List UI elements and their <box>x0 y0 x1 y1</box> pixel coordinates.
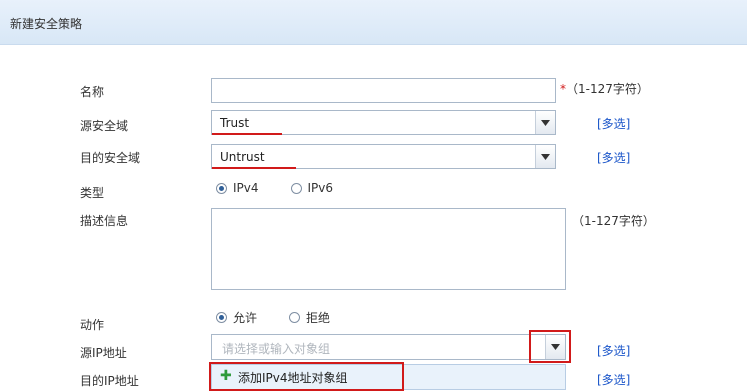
src-zone-highlight <box>212 133 282 135</box>
dst-zone-highlight <box>212 167 296 169</box>
dst-zone-dropdown-button[interactable] <box>535 145 555 168</box>
src-zone-select[interactable]: Trust <box>211 110 556 135</box>
dst-zone-label: 目的安全域 <box>80 151 141 165</box>
description-hint: （1-127字符） <box>572 214 655 228</box>
src-ip-label: 源IP地址 <box>80 346 127 360</box>
radio-ipv6-label[interactable]: IPv6 <box>308 181 334 195</box>
name-input[interactable] <box>211 78 556 103</box>
chevron-down-icon <box>541 153 550 160</box>
radio-allow-label[interactable]: 允许 <box>233 309 257 326</box>
src-ip-dropdown-highlight <box>529 330 571 363</box>
chevron-down-icon <box>541 119 550 126</box>
action-label: 动作 <box>80 318 105 332</box>
src-ip-combobox[interactable]: 请选择或输入对象组 <box>211 334 566 360</box>
dst-zone-multi-select-link[interactable]: [多选] <box>597 149 630 166</box>
src-zone-multi-select-link[interactable]: [多选] <box>597 115 630 132</box>
name-label: 名称 <box>80 85 105 99</box>
src-zone-dropdown-button[interactable] <box>535 111 555 134</box>
dialog-title: 新建安全策略 <box>10 17 83 31</box>
src-zone-value: Trust <box>220 116 250 130</box>
dst-ip-multi-select-link[interactable]: [多选] <box>597 371 630 388</box>
src-ip-multi-select-link[interactable]: [多选] <box>597 342 630 359</box>
dst-zone-select[interactable]: Untrust <box>211 144 556 169</box>
radio-ipv4-label[interactable]: IPv4 <box>233 181 259 195</box>
radio-deny[interactable] <box>289 312 301 323</box>
name-hint-text: （1-127字符） <box>566 82 649 96</box>
type-radio-group: IPv4 IPv6 <box>216 181 365 195</box>
dst-ip-label: 目的IP地址 <box>80 374 139 388</box>
name-hint: *（1-127字符） <box>560 80 649 97</box>
dialog-header: 新建安全策略 <box>0 0 747 45</box>
description-textarea[interactable] <box>211 208 566 290</box>
type-label: 类型 <box>80 186 105 200</box>
add-ipv4-option-highlight <box>209 362 404 391</box>
radio-ipv6[interactable] <box>290 182 302 194</box>
radio-allow[interactable] <box>216 312 227 323</box>
radio-deny-label[interactable]: 拒绝 <box>306 309 330 326</box>
radio-ipv4[interactable] <box>216 182 227 194</box>
description-label: 描述信息 <box>80 214 129 228</box>
dst-zone-value: Untrust <box>220 150 265 164</box>
action-radio-group: 允许 拒绝 <box>216 309 362 326</box>
src-ip-placeholder: 请选择或输入对象组 <box>222 342 331 356</box>
src-zone-label: 源安全域 <box>80 119 129 133</box>
